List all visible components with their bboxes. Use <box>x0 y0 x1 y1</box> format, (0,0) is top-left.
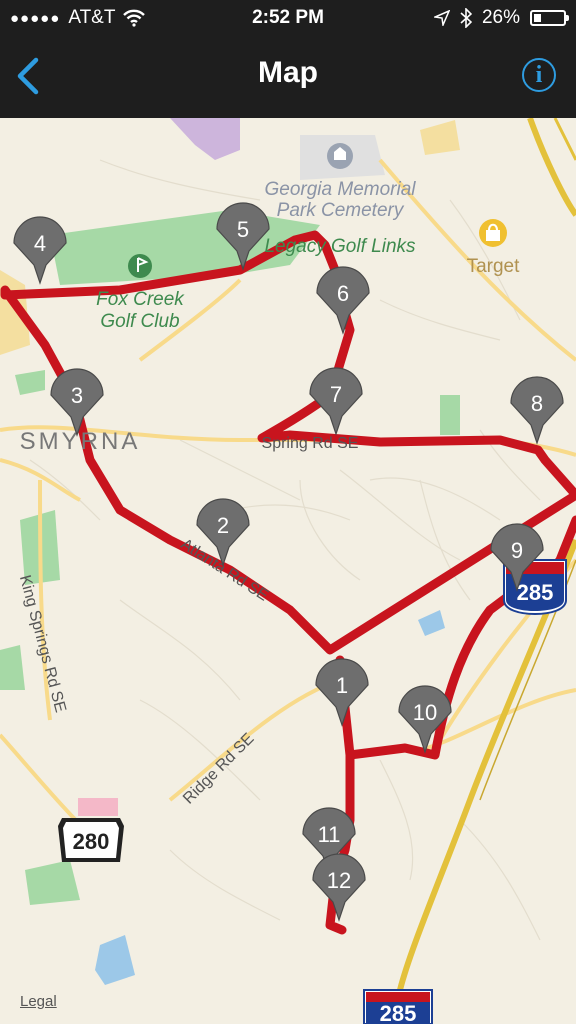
info-button[interactable]: i <box>522 58 556 92</box>
route-pin-label: 9 <box>511 538 523 563</box>
info-icon: i <box>535 62 543 88</box>
i285-top-label: 285 <box>517 580 554 605</box>
fox-creek-label-line1: Fox Creek <box>96 289 185 310</box>
route-pin-label: 8 <box>531 391 543 416</box>
route-pin-label: 11 <box>318 822 341 847</box>
cemetery-label-line2: Park Cemetery <box>277 200 405 221</box>
route-pin-label: 10 <box>413 700 437 725</box>
golf-icon <box>128 254 152 278</box>
status-right: 26% <box>433 7 569 29</box>
spring-rd-label: Spring Rd SE <box>262 435 359 452</box>
route-pin-label: 5 <box>237 217 249 242</box>
battery-icon <box>530 10 569 26</box>
route-pin-label: 6 <box>337 281 349 306</box>
route-pin-label: 4 <box>34 231 46 256</box>
legal-link[interactable]: Legal <box>20 993 57 1010</box>
city-label: SMYRNA <box>20 428 141 455</box>
bluetooth-icon <box>460 8 472 28</box>
fox-creek-label-line2: Golf Club <box>100 311 179 332</box>
shopping-bag-icon <box>479 219 507 247</box>
i285-bottom-label: 285 <box>380 1001 417 1024</box>
route-pin-label: 12 <box>327 868 351 893</box>
navigation-bar: Map i <box>0 36 576 118</box>
us280-label: 280 <box>73 829 110 854</box>
location-arrow-icon <box>433 10 450 26</box>
map-canvas: Georgia Memorial Park Cemetery Legacy Go… <box>0 118 576 1024</box>
route-pin-label: 2 <box>217 513 229 538</box>
battery-percent: 26% <box>481 7 520 28</box>
map-view[interactable]: Georgia Memorial Park Cemetery Legacy Go… <box>0 118 576 1024</box>
page-title: Map <box>258 56 318 89</box>
cemetery-label-line1: Georgia Memorial <box>265 179 417 200</box>
legacy-golf-label: Legacy Golf Links <box>264 236 416 257</box>
cemetery-icon <box>327 143 353 169</box>
us280-shield: 280 <box>58 818 124 862</box>
route-pin-label: 3 <box>71 383 83 408</box>
route-pin-label: 1 <box>336 673 348 698</box>
status-bar: ●●●●● AT&T 2:52 PM 26% <box>0 0 576 36</box>
route-pin-label: 7 <box>330 382 342 407</box>
target-label: Target <box>467 256 521 277</box>
i285-shield-bottom: 285 <box>363 989 433 1024</box>
